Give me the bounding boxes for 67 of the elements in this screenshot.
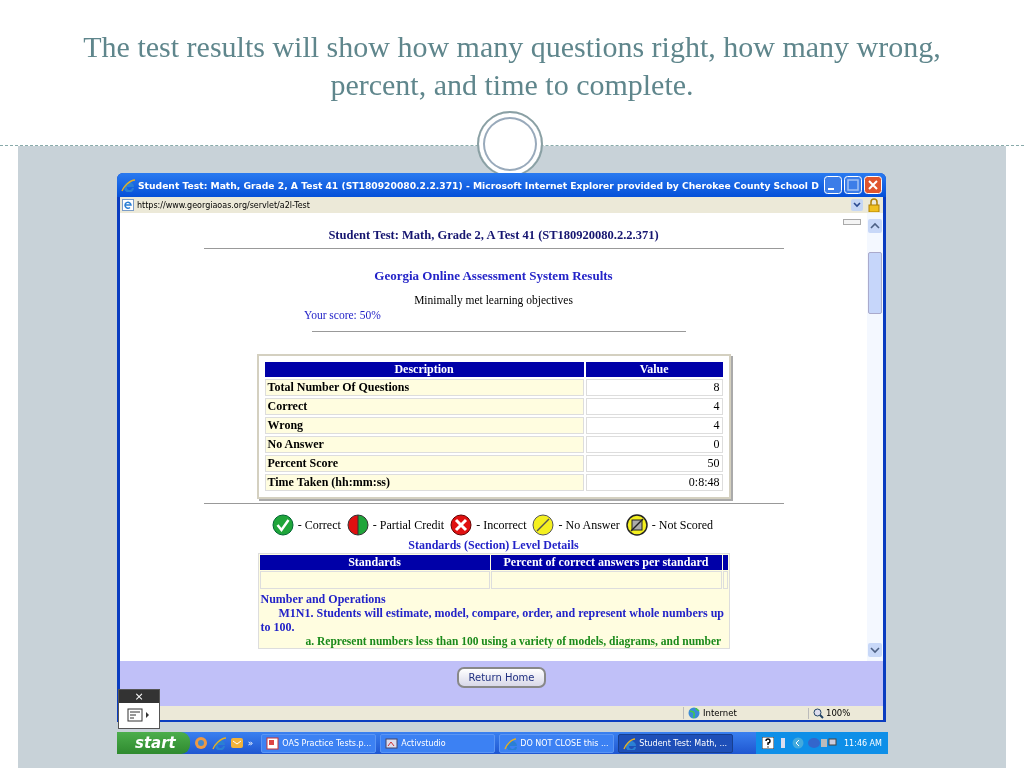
mail-icon[interactable] xyxy=(229,736,244,750)
table-cell: Time Taken (hh:mm:ss) xyxy=(264,474,584,491)
magnifier-icon xyxy=(813,707,824,719)
app-icon xyxy=(504,736,518,750)
close-button[interactable]: × xyxy=(119,690,159,703)
x-circle-icon xyxy=(450,514,473,536)
taskbar-button[interactable]: DO NOT CLOSE this ... xyxy=(499,733,615,753)
lock-icon xyxy=(867,198,881,212)
column-header: Standards xyxy=(259,555,490,570)
column-header: Percent of correct answers per standard xyxy=(490,555,722,570)
half-circle-icon xyxy=(346,514,369,536)
taskbar-button[interactable]: OAS Practice Tests.p... xyxy=(261,733,377,753)
check-circle-icon xyxy=(271,514,294,536)
minimize-button[interactable] xyxy=(824,176,842,194)
results-title: Georgia Online Assessment System Results xyxy=(374,268,613,284)
table-cell: Wrong xyxy=(264,417,584,434)
table-cell: No Answer xyxy=(264,436,584,453)
score-text: Your score: 50% xyxy=(304,309,381,321)
window-title: Student Test: Math, Grade 2, A Test 41 (ST180920080.2.2.371) - Microsoft Internet Explorer provided by Cherokee County School D xyxy=(138,179,820,191)
scrollbar[interactable] xyxy=(867,213,883,661)
dropdown-arrow-icon[interactable] xyxy=(851,199,863,211)
scroll-thumb[interactable] xyxy=(868,252,882,314)
element-text: a. Represent numbers less than 100 using a variety of models, diagrams, and number xyxy=(304,634,723,648)
slide-title: The test results will show how many questions right, how many wrong, percent, and time to complete. xyxy=(82,28,942,103)
zoom-control[interactable]: 100% xyxy=(808,707,883,719)
globe-icon xyxy=(688,707,700,719)
page-icon xyxy=(122,199,134,211)
table-cell: Percent Score xyxy=(264,455,584,472)
table-cell: 8 xyxy=(585,379,723,396)
legend-label: - Incorrect xyxy=(476,517,527,533)
domain-title: Number and Operations xyxy=(260,592,387,606)
clock: 11:46 AM xyxy=(844,738,882,748)
more-button[interactable]: » xyxy=(247,738,254,748)
return-home-button[interactable]: Return Home xyxy=(456,667,547,688)
taskbar-button[interactable]: Activstudio xyxy=(380,733,496,753)
table-cell: 4 xyxy=(585,417,723,434)
zone-label: Internet xyxy=(703,708,737,718)
legend-label: - Correct xyxy=(297,517,341,533)
table-cell: 4 xyxy=(585,398,723,415)
taskbar-button[interactable]: Student Test: Math, ... xyxy=(618,733,734,753)
minimize-bar-icon[interactable] xyxy=(843,219,861,225)
table-cell: 50 xyxy=(585,455,723,472)
help-icon[interactable] xyxy=(762,737,774,749)
legend-label: - No Answer xyxy=(558,517,620,533)
column-header: Description xyxy=(264,362,584,377)
slash-circle-icon xyxy=(532,514,555,536)
maximize-button[interactable] xyxy=(844,176,862,194)
performance-text: Minimally met learning objectives xyxy=(414,294,573,306)
app-icon xyxy=(385,736,399,750)
table-cell: 0:8:48 xyxy=(585,474,723,491)
table-cell: 0 xyxy=(585,436,723,453)
tray-expand-icon[interactable] xyxy=(792,737,804,749)
app-icon xyxy=(623,736,637,750)
table-cell: Correct xyxy=(264,398,584,415)
standard-text: M1N1. Students will estimate, model, compare, order, and represent whole numbers up to 100. xyxy=(260,606,726,634)
document-circle-icon xyxy=(625,514,648,536)
app-icon xyxy=(266,736,280,750)
close-button[interactable] xyxy=(864,176,882,194)
tray-icons-drawing[interactable] xyxy=(807,737,837,749)
section-title: Standards (Section) Level Details xyxy=(408,538,579,553)
page-heading: Student Test: Math, Grade 2, A Test 41 (ST180920080.2.2.371) xyxy=(328,228,659,244)
column-header: Value xyxy=(585,362,723,377)
legend-label: - Not Scored xyxy=(651,517,714,533)
legend-label: - Partial Credit xyxy=(372,517,445,533)
scroll-up-button[interactable] xyxy=(868,219,882,233)
scroll-down-button[interactable] xyxy=(868,643,882,657)
table-cell: Total Number Of Questions xyxy=(264,379,584,396)
